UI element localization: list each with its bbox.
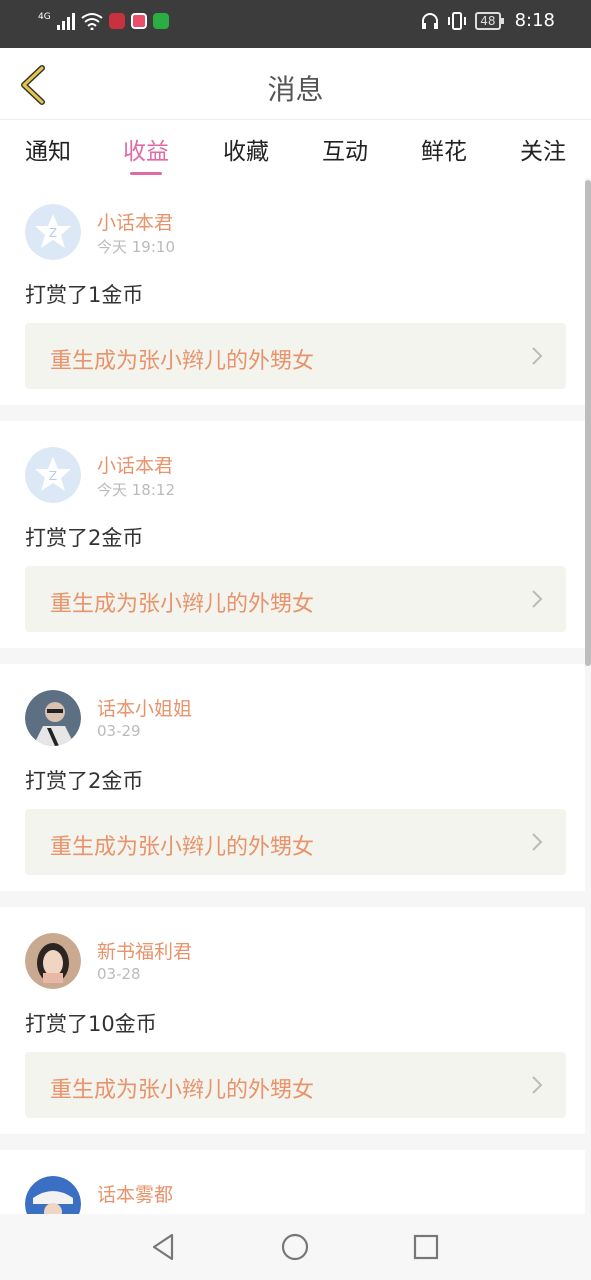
list-item: Z 小话本君 今天 18:12 打赏了2金币 重生成为张小辫儿的外甥女 [0, 421, 585, 648]
book-link[interactable]: 重生成为张小辫儿的外甥女 [25, 1052, 566, 1118]
tab-earnings[interactable]: 收益 [106, 132, 186, 175]
user-name[interactable]: 话本雾都 [97, 1180, 173, 1207]
tab-label: 通知 [25, 139, 71, 165]
avatar[interactable]: Z [25, 204, 81, 260]
user-name[interactable]: 小话本君 [97, 451, 173, 478]
page-title: 消息 [267, 73, 324, 106]
avatar[interactable] [25, 690, 81, 746]
tab-label: 互动 [322, 139, 368, 165]
book-link[interactable]: 重生成为张小辫儿的外甥女 [25, 809, 566, 875]
tab-active-indicator [130, 172, 162, 175]
message-time: 03-29 [97, 722, 141, 740]
back-triangle-icon[interactable] [148, 1231, 180, 1263]
network-label: 4G [38, 12, 51, 22]
message-text: 打赏了2金币 [25, 526, 144, 550]
signal-icon [56, 12, 75, 30]
huawei-app-icon [108, 13, 125, 29]
tab-flowers[interactable]: 鲜花 [404, 132, 484, 166]
tab-interactions[interactable]: 互动 [305, 132, 385, 166]
book-title: 重生成为张小辫儿的外甥女 [50, 1078, 315, 1103]
avatar[interactable]: Z [25, 447, 81, 503]
list-item: 新书福利君 03-28 打赏了10金币 重生成为张小辫儿的外甥女 [0, 907, 585, 1134]
scrollbar[interactable] [585, 180, 591, 666]
tab-label: 鲜花 [421, 139, 467, 165]
book-title: 重生成为张小辫儿的外甥女 [50, 592, 315, 617]
message-time: 03-28 [97, 965, 141, 983]
svg-text:Z: Z [49, 469, 57, 483]
avatar[interactable] [25, 933, 81, 989]
system-nav-bar [0, 1214, 591, 1280]
headphones-icon [422, 12, 439, 29]
list-item: 话本小姐姐 03-29 打赏了2金币 重生成为张小辫儿的外甥女 [0, 664, 585, 891]
tab-bar: 通知 收益 收藏 互动 鲜花 关注 [0, 120, 591, 178]
book-link[interactable]: 重生成为张小辫儿的外甥女 [25, 323, 566, 389]
message-text: 打赏了2金币 [25, 769, 144, 793]
chevron-right-icon [532, 1076, 543, 1094]
clock: 8:18 [514, 10, 555, 31]
status-bar: 4G 48 8:18 [0, 0, 591, 48]
battery-icon: 48 [475, 11, 504, 30]
recents-square-icon[interactable] [410, 1231, 442, 1263]
message-list[interactable]: Z 小话本君 今天 19:10 打赏了1金币 重生成为张小辫儿的外甥女 Z 小话… [0, 178, 585, 1236]
home-circle-icon[interactable] [279, 1231, 311, 1263]
book-link[interactable]: 重生成为张小辫儿的外甥女 [25, 566, 566, 632]
svg-text:Z: Z [49, 226, 57, 240]
header: 消息 [0, 48, 591, 120]
user-name[interactable]: 话本小姐姐 [97, 694, 192, 721]
list-item: Z 小话本君 今天 19:10 打赏了1金币 重生成为张小辫儿的外甥女 [0, 178, 585, 405]
tab-label: 收益 [123, 139, 169, 165]
chevron-right-icon [532, 833, 543, 851]
message-text: 打赏了1金币 [25, 283, 144, 307]
user-name[interactable]: 小话本君 [97, 208, 173, 235]
tab-label: 收藏 [223, 139, 269, 165]
wifi-icon [81, 13, 103, 30]
message-time: 今天 18:12 [97, 481, 175, 499]
wechat-icon [152, 13, 169, 29]
vibrate-icon [448, 11, 467, 30]
tab-label: 关注 [520, 139, 566, 165]
chevron-right-icon [532, 590, 543, 608]
message-time: 今天 19:10 [97, 238, 175, 256]
chevron-right-icon [532, 347, 543, 365]
tab-following[interactable]: 关注 [503, 132, 583, 166]
book-title: 重生成为张小辫儿的外甥女 [50, 349, 315, 374]
status-left: 4G [38, 12, 169, 30]
app-icon [130, 13, 147, 29]
message-text: 打赏了10金币 [25, 1012, 157, 1036]
user-name[interactable]: 新书福利君 [97, 937, 192, 964]
tab-notifications[interactable]: 通知 [8, 132, 88, 166]
list-item: 话本雾都 [0, 1150, 585, 1220]
status-right: 48 8:18 [421, 10, 555, 31]
book-title: 重生成为张小辫儿的外甥女 [50, 835, 315, 860]
tab-favorites[interactable]: 收藏 [206, 132, 286, 166]
